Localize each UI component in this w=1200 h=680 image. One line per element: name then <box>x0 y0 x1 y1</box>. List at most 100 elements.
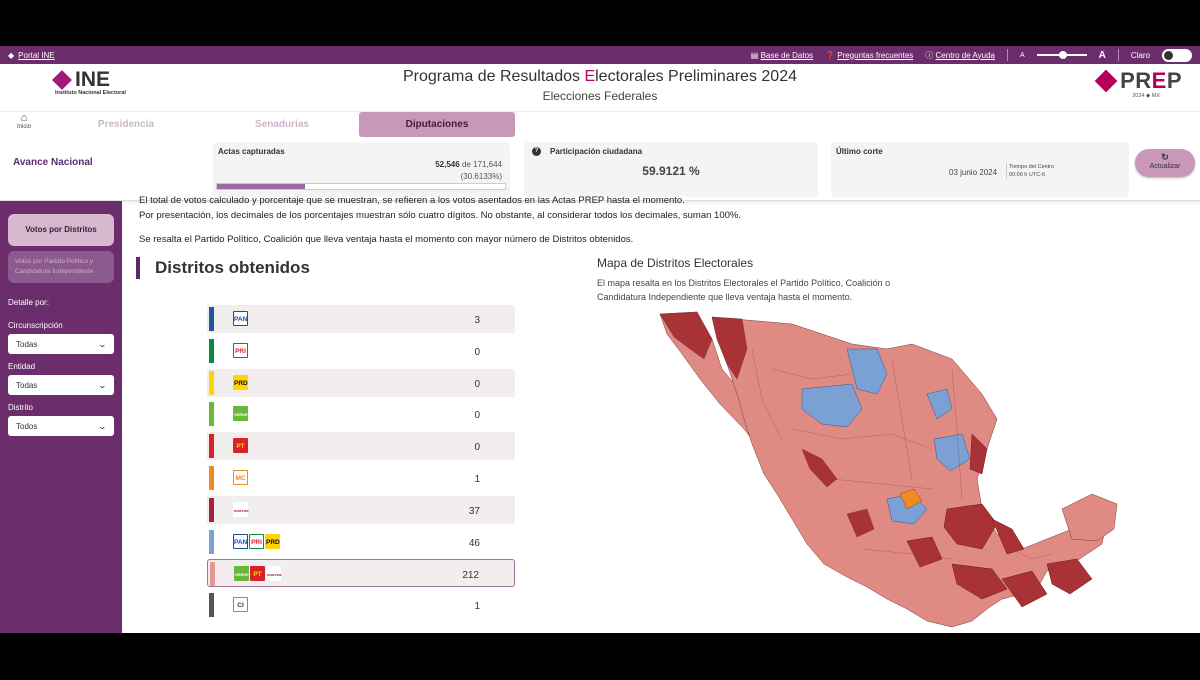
participacion-value: 59.9121 % <box>642 164 700 178</box>
circunscripcion-label: Circunscripción <box>8 321 63 330</box>
tab-home[interactable]: ⌂ Inicio <box>12 112 36 130</box>
base-datos-link[interactable]: ▤ Base de Datos <box>751 51 813 60</box>
party-color-strip <box>209 338 214 363</box>
circunscripcion-select[interactable]: Todas ⌄ <box>8 334 114 354</box>
prep-logo: PREP 2024 ◆ MX <box>1094 68 1182 99</box>
party-row: morena 37 <box>207 495 515 524</box>
votos-partido-button[interactable]: Votos por Partido Político y Candidatura… <box>8 251 114 283</box>
chevron-down-icon: ⌄ <box>97 421 108 431</box>
party-row: CI 1 <box>207 591 515 620</box>
actualizar-button[interactable]: ↻ Actualizar <box>1135 149 1195 177</box>
party-logo-icon: morena <box>233 501 248 517</box>
party-row: PAN 3 <box>207 305 515 333</box>
map-region-yucatan <box>1061 493 1118 542</box>
page-subtitle: Elecciones Federales <box>542 89 658 103</box>
prep-screen: ◆ Portal INE ▤ Base de Datos ❓ Preguntas… <box>0 46 1200 633</box>
tab-presidencia[interactable]: Presidencia <box>68 112 184 137</box>
database-icon: ▤ <box>750 50 761 60</box>
theme-toggle[interactable] <box>1162 48 1192 62</box>
note-text: Se resalta el Partido Político, Coalició… <box>139 234 634 245</box>
map-region-mainland <box>711 316 1108 628</box>
corte-date: 03 junio 2024 <box>949 168 998 177</box>
tab-diputaciones[interactable]: Diputaciones <box>359 112 515 137</box>
distritos-count: 212 <box>462 570 479 582</box>
distrito-select[interactable]: Todos ⌄ <box>8 416 114 436</box>
party-color-strip <box>209 434 214 459</box>
distritos-count: 0 <box>474 346 480 358</box>
distritos-count: 0 <box>474 410 480 422</box>
tab-senadurias[interactable]: Senadurías <box>224 112 340 137</box>
party-logo-icon: PAN <box>233 533 248 549</box>
info-icon: ⓘ <box>925 50 936 60</box>
divider <box>1006 49 1008 61</box>
party-row: PT 0 <box>207 432 515 461</box>
party-logo-icon: VERDE <box>234 566 249 582</box>
map-title: Mapa de Distritos Electorales <box>597 256 754 270</box>
chevron-down-icon: ⌄ <box>97 339 108 349</box>
party-logo-icon: PRD <box>265 533 280 549</box>
ine-diamond-icon: ◆ <box>8 50 15 60</box>
party-logo-icon: morena <box>266 566 281 582</box>
corte-card: Último corte 03 junio 2024 Tiempo del Ce… <box>831 142 1129 197</box>
actas-progress-bar <box>216 183 506 190</box>
refresh-icon: ↻ <box>1161 152 1169 162</box>
party-color-strip <box>209 593 214 618</box>
detalle-label: Detalle por: <box>8 298 49 307</box>
actas-card: Actas capturadas 52,546 de 171,644 (30.6… <box>213 142 510 197</box>
party-color-strip <box>209 307 214 331</box>
distrito-label: Distrito <box>8 403 33 412</box>
party-logo-icon: PT <box>233 438 248 454</box>
party-row: PAN PRI PRD 46 <box>207 527 515 556</box>
mexico-districts-map[interactable] <box>652 309 1122 633</box>
actas-count: 52,546 de 171,644 (30.6133%) <box>435 160 502 181</box>
party-row: MC 1 <box>207 463 515 492</box>
party-logo-icon: PAN <box>233 311 248 326</box>
distritos-count: 1 <box>474 601 480 613</box>
distritos-count: 37 <box>468 505 480 517</box>
party-logo-icon: VERDE <box>233 406 248 422</box>
party-color-strip <box>209 465 214 490</box>
party-color-strip <box>209 402 214 427</box>
distritos-count: 1 <box>474 473 480 485</box>
party-logo-icon: PRD <box>233 374 248 390</box>
question-icon: ❓ <box>825 50 838 60</box>
utility-bar: ◆ Portal INE ▤ Base de Datos ❓ Preguntas… <box>0 46 1200 64</box>
party-logo-icon: PRI <box>249 533 264 549</box>
party-color-strip <box>210 562 215 587</box>
summary-bar: Avance Nacional Actas capturadas 52,546 … <box>0 139 1200 201</box>
header: INE Instituto Nacional Electoral Program… <box>0 64 1200 112</box>
preguntas-link[interactable]: ❓ Preguntas frecuentes <box>825 51 913 60</box>
divider <box>1117 49 1119 61</box>
entidad-select[interactable]: Todas ⌄ <box>8 375 114 395</box>
party-logo-icon: PT <box>250 566 265 582</box>
party-logo-icon: CI <box>233 597 248 613</box>
section-title: Distritos obtenidos <box>136 257 310 279</box>
font-size-slider[interactable] <box>1036 51 1087 59</box>
portal-ine-link[interactable]: Portal INE <box>18 51 54 60</box>
votos-distritos-button[interactable]: Votos por Distritos <box>8 214 114 246</box>
map-region-chiapas <box>1046 558 1093 595</box>
page-title: Programa de Resultados Electorales Preli… <box>403 68 797 85</box>
home-icon: ⌂ <box>20 112 28 124</box>
party-logo-icon: MC <box>233 469 248 485</box>
entidad-label: Entidad <box>8 362 36 371</box>
party-row: PRD 0 <box>207 368 515 397</box>
party-row: VERDE 0 <box>207 400 515 429</box>
corte-timezone: Tiempo del Centro 00:00 h UTC-6 <box>1006 163 1054 179</box>
participacion-card: ? Participación ciudadana 59.9121 % <box>524 142 818 197</box>
party-color-strip <box>209 497 214 522</box>
distritos-count: 0 <box>474 442 480 454</box>
party-logo-icon: PRI <box>233 342 248 358</box>
distritos-count: 0 <box>474 378 480 390</box>
party-color-strip <box>209 529 214 554</box>
font-small-label: A <box>1019 51 1025 59</box>
avance-nacional-label: Avance Nacional <box>13 157 93 168</box>
distritos-list: PAN 3 PRI 0 PRD 0 VERDE 0 PT 0 MC 1 morena 37 PAN PRI PR… <box>207 305 515 623</box>
main-content: El total de votos calculado y porcentaje… <box>122 195 1200 633</box>
party-row: VERDE PT morena 212 <box>207 559 515 588</box>
help-icon[interactable]: ? <box>532 147 541 156</box>
sidebar: Votos por Distritos Votos por Partido Po… <box>0 201 122 633</box>
election-tabs: ⌂ Inicio Presidencia Senadurías Diputaci… <box>0 112 1200 139</box>
map-description: El mapa resalta en los Distritos Elector… <box>597 278 891 302</box>
centro-ayuda-link[interactable]: ⓘ Centro de Ayuda <box>925 50 995 61</box>
